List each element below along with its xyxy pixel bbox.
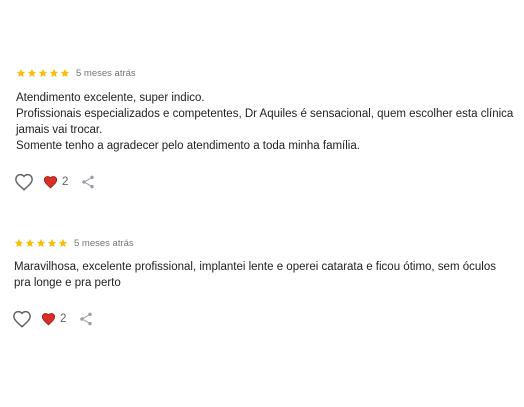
share-icon[interactable] bbox=[80, 174, 96, 190]
review-card: 5 meses atrás Atendimento excelente, sup… bbox=[0, 66, 524, 192]
review-text: Atendimento excelente, super indico. Pro… bbox=[0, 90, 516, 154]
star-rating bbox=[16, 68, 70, 78]
star-icon bbox=[16, 68, 26, 77]
star-icon bbox=[58, 238, 68, 247]
star-icon bbox=[60, 68, 70, 77]
review-meta: 5 meses atrás bbox=[0, 66, 524, 80]
star-rating bbox=[14, 238, 68, 248]
star-icon bbox=[47, 238, 57, 247]
star-icon bbox=[14, 238, 24, 247]
review-time: 5 meses atrás bbox=[76, 67, 136, 79]
heart-reaction-button[interactable]: 2 bbox=[43, 175, 68, 189]
review-time: 5 meses atrás bbox=[74, 237, 134, 249]
review-text-line: Atendimento excelente, super indico. bbox=[16, 92, 205, 104]
like-heart-outline-icon[interactable] bbox=[12, 310, 32, 328]
heart-reaction-icon bbox=[41, 313, 56, 326]
star-icon bbox=[27, 68, 37, 77]
review-actions: 2 bbox=[0, 172, 524, 192]
review-actions: 2 bbox=[0, 309, 524, 329]
review-card: 5 meses atrás Maravilhosa, excelente pro… bbox=[0, 236, 524, 329]
reaction-count: 2 bbox=[60, 313, 67, 325]
review-text-line: Maravilhosa, excelente profissional, imp… bbox=[14, 261, 496, 289]
review-text-line: Profissionais especializados e competent… bbox=[16, 108, 514, 136]
like-heart-outline-icon[interactable] bbox=[14, 173, 34, 191]
star-icon bbox=[25, 238, 35, 247]
heart-reaction-button[interactable]: 2 bbox=[41, 312, 66, 326]
star-icon bbox=[38, 68, 48, 77]
star-icon bbox=[36, 238, 46, 247]
heart-reaction-icon bbox=[43, 176, 58, 189]
review-text-line: Somente tenho a agradecer pelo atendimen… bbox=[16, 140, 360, 152]
share-icon[interactable] bbox=[78, 311, 94, 327]
reaction-count: 2 bbox=[62, 176, 69, 188]
review-text: Maravilhosa, excelente profissional, imp… bbox=[0, 259, 514, 291]
star-icon bbox=[49, 68, 59, 77]
review-meta: 5 meses atrás bbox=[0, 236, 524, 250]
